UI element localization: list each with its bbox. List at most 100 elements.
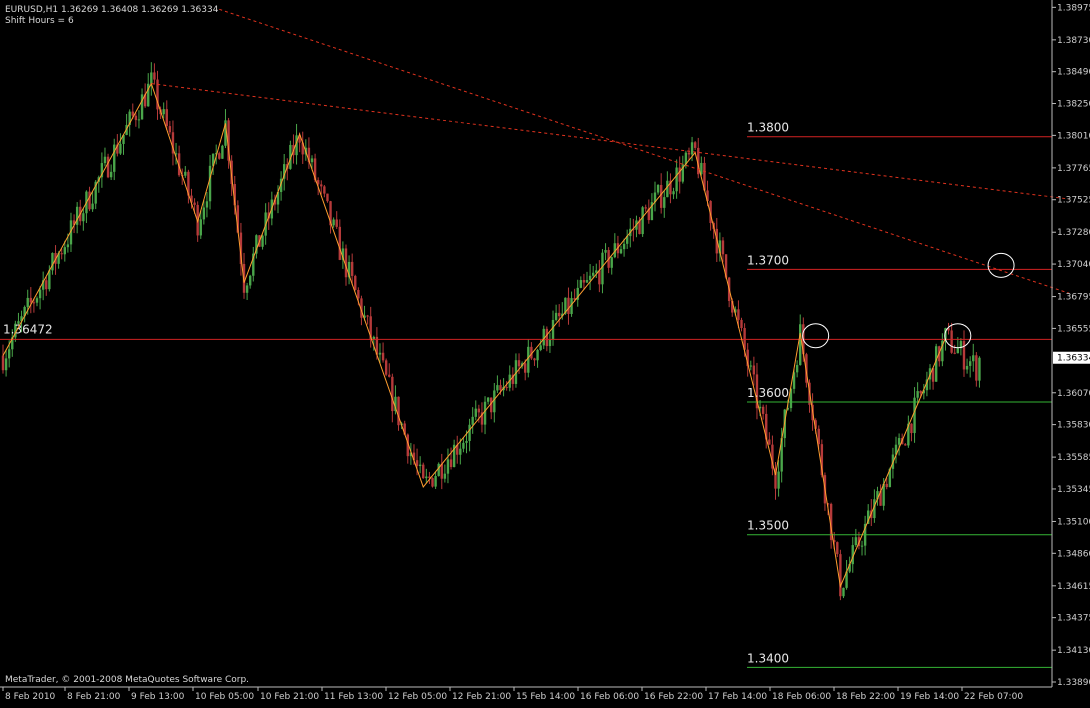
candle-body bbox=[162, 109, 165, 115]
candle-body bbox=[678, 167, 681, 182]
candle-body bbox=[527, 346, 530, 373]
time-tick-label: 8 Feb 21:00 bbox=[67, 692, 121, 702]
price-tick-label: 1.37280 bbox=[1057, 228, 1090, 238]
candle-body bbox=[836, 542, 839, 555]
candle-body bbox=[82, 213, 85, 222]
candle-body bbox=[60, 253, 63, 255]
candle-body bbox=[885, 483, 888, 488]
candle-body bbox=[910, 423, 913, 434]
candle-body bbox=[740, 319, 743, 329]
candle-body bbox=[777, 471, 780, 489]
time-tick-label: 17 Feb 14:00 bbox=[708, 692, 767, 702]
current-price-label: 1.36334 bbox=[1057, 354, 1090, 364]
candle-body bbox=[119, 143, 122, 154]
candle-body bbox=[326, 193, 329, 202]
candle-body bbox=[904, 444, 907, 446]
candle-body bbox=[459, 448, 462, 455]
candle-body bbox=[975, 355, 978, 381]
candle-body bbox=[619, 249, 623, 254]
level-label: 1.3400 bbox=[747, 651, 789, 665]
candle-body bbox=[449, 459, 453, 468]
candle-body bbox=[437, 463, 440, 477]
candle-body bbox=[357, 290, 360, 299]
candle-body bbox=[208, 165, 212, 202]
candle-body bbox=[693, 142, 697, 148]
candle-body bbox=[483, 401, 487, 425]
candle-body bbox=[218, 153, 221, 159]
candle-body bbox=[245, 285, 249, 293]
candle-body bbox=[378, 352, 382, 355]
candle-body bbox=[397, 396, 400, 426]
time-tick-label: 8 Feb 2010 bbox=[5, 692, 56, 702]
candle-body bbox=[496, 385, 499, 391]
candle-body bbox=[26, 297, 29, 307]
candle-body bbox=[486, 397, 490, 402]
candle-body bbox=[672, 191, 675, 195]
candle-body bbox=[261, 235, 264, 247]
candle-body bbox=[440, 463, 443, 479]
price-tick-label: 1.37765 bbox=[1057, 164, 1090, 174]
candle-body bbox=[897, 438, 901, 445]
candle-body bbox=[601, 252, 604, 285]
price-tick-label: 1.36795 bbox=[1057, 293, 1090, 303]
candle-body bbox=[150, 72, 153, 84]
candle-body bbox=[422, 464, 425, 479]
candle-body bbox=[38, 289, 42, 299]
candle-body bbox=[465, 440, 468, 443]
candle-body bbox=[468, 424, 471, 441]
candle-body bbox=[193, 202, 196, 205]
candle-body bbox=[431, 478, 434, 487]
candle bbox=[221, 144, 224, 159]
candle bbox=[422, 462, 425, 479]
candle-body bbox=[579, 280, 583, 288]
candle-body bbox=[1, 355, 5, 371]
shift-hours-info: Shift Hours = 6 bbox=[5, 16, 74, 26]
price-tick-label: 1.35585 bbox=[1057, 453, 1090, 463]
candle bbox=[354, 274, 357, 291]
candle-body bbox=[462, 442, 465, 449]
price-tick-label: 1.34375 bbox=[1057, 614, 1090, 624]
symbol-info: EURUSD,H1 1.36269 1.36408 1.36269 1.3633… bbox=[5, 5, 219, 15]
price-chart[interactable]: 1.3800 1.3700 1.3600 1.3500 1.3400 1.36472 1.… bbox=[0, 0, 1090, 704]
time-tick-label: 19 Feb 14:00 bbox=[900, 692, 959, 702]
candle-body bbox=[972, 355, 975, 362]
chart-canvas[interactable]: 1.3800 1.3700 1.3600 1.3500 1.3400 1.36472 1.… bbox=[0, 0, 1090, 704]
time-tick-label: 16 Feb 22:00 bbox=[644, 692, 703, 702]
candle-body bbox=[35, 298, 39, 303]
time-tick-label: 15 Feb 14:00 bbox=[516, 692, 575, 702]
candle-body bbox=[184, 171, 187, 176]
time-tick-label: 18 Feb 06:00 bbox=[772, 692, 831, 702]
time-tick-label: 18 Feb 22:00 bbox=[836, 692, 895, 702]
candle-body bbox=[66, 244, 70, 248]
time-tick-label: 11 Feb 13:00 bbox=[324, 692, 383, 702]
candle-body bbox=[545, 328, 549, 347]
price-tick-label: 1.38250 bbox=[1057, 100, 1090, 110]
price-tick-label: 1.38010 bbox=[1057, 131, 1090, 141]
candle-body bbox=[443, 473, 447, 479]
candle-body bbox=[554, 312, 558, 320]
candle-body bbox=[29, 297, 33, 303]
candle-body bbox=[63, 247, 66, 255]
candle-body bbox=[622, 243, 626, 250]
candle-body bbox=[45, 280, 48, 290]
candle-body bbox=[388, 374, 391, 377]
candle-body bbox=[168, 126, 172, 133]
candle-body bbox=[137, 119, 141, 121]
price-tick-label: 1.36555 bbox=[1057, 324, 1090, 334]
candle-body bbox=[860, 545, 864, 547]
candle-body bbox=[591, 272, 595, 276]
candle-body bbox=[585, 279, 589, 283]
candle-body bbox=[381, 352, 385, 361]
time-tick-label: 16 Feb 06:00 bbox=[580, 692, 639, 702]
candle-body bbox=[604, 250, 607, 253]
candle-body bbox=[598, 270, 601, 285]
candle-body bbox=[761, 406, 765, 414]
candle-body bbox=[953, 352, 956, 354]
price-tick-label: 1.36070 bbox=[1057, 389, 1090, 399]
candle bbox=[384, 358, 388, 377]
time-tick-label: 10 Feb 05:00 bbox=[195, 692, 254, 702]
candle-body bbox=[588, 275, 592, 280]
price-tick-label: 1.37040 bbox=[1057, 260, 1090, 270]
candle-body bbox=[749, 365, 752, 367]
candle-body bbox=[536, 350, 539, 361]
